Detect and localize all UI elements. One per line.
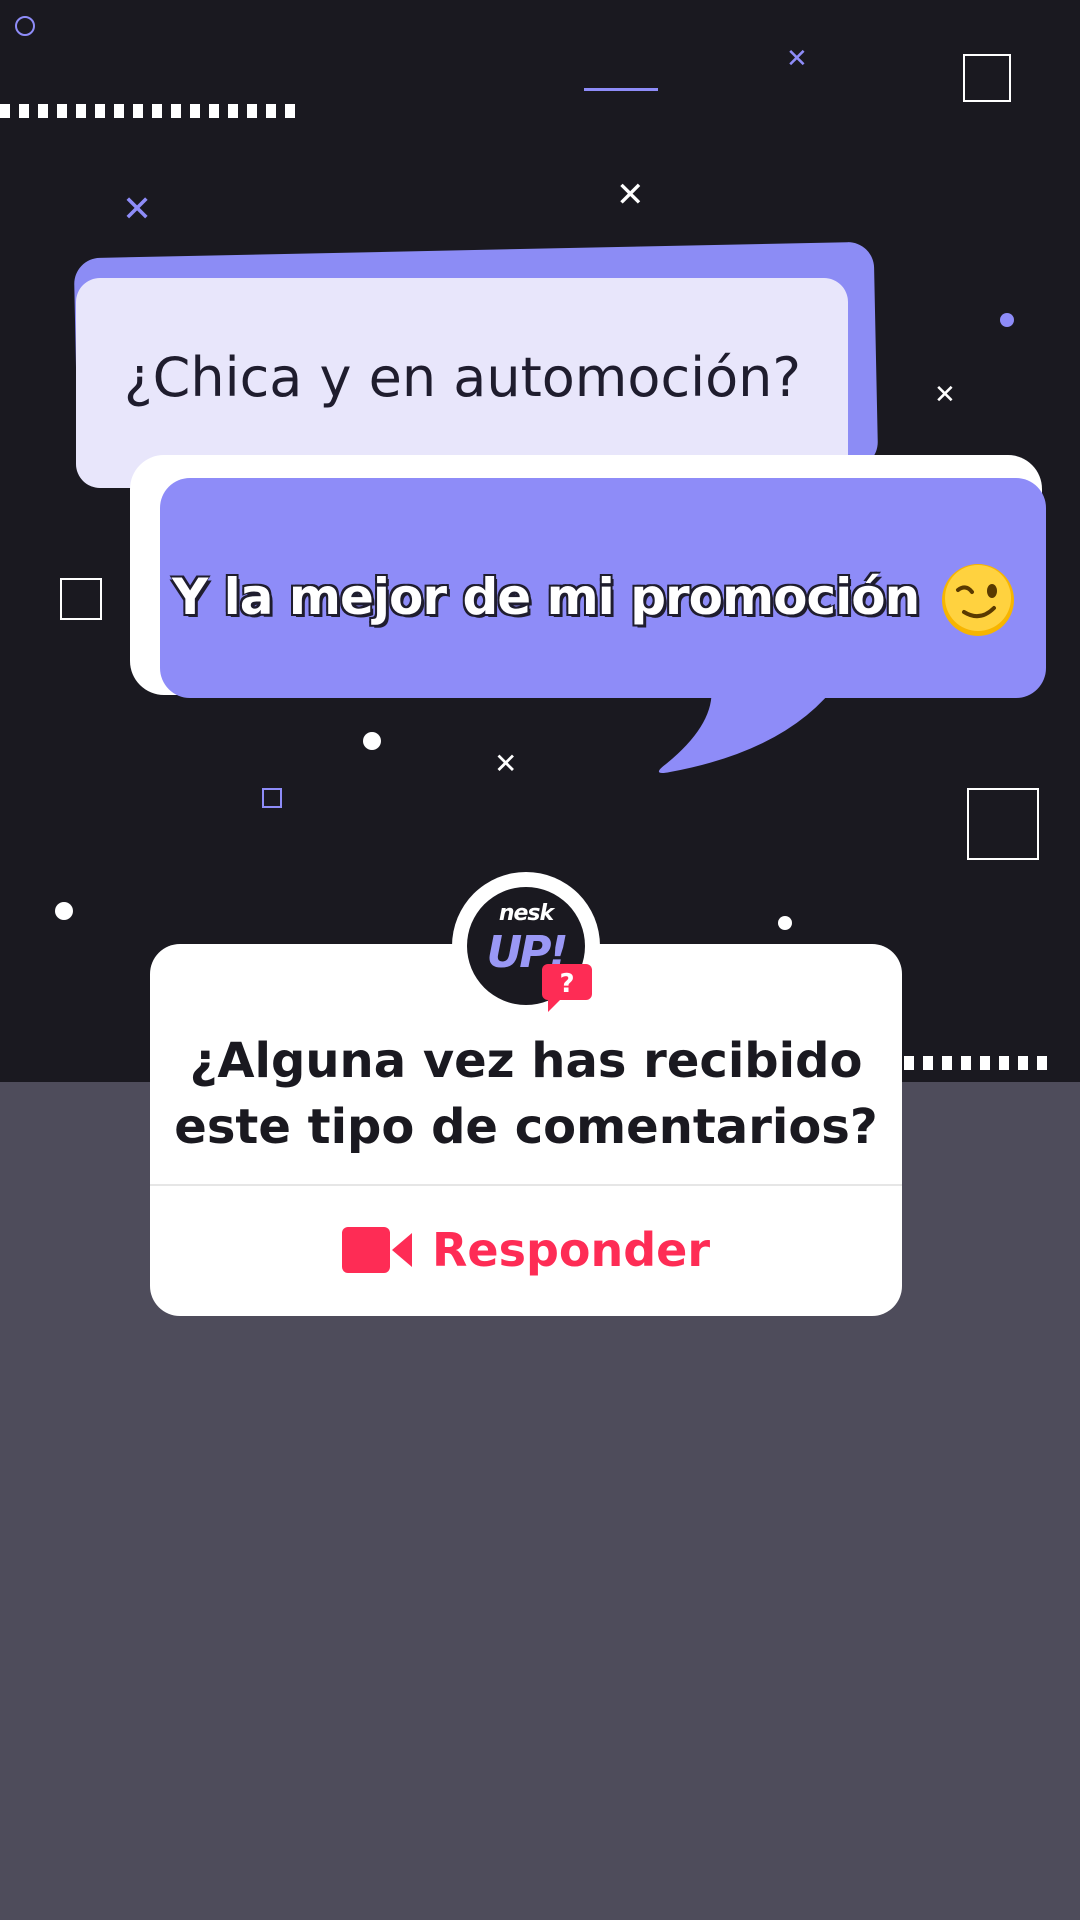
cross-decoration: ✕ bbox=[494, 747, 518, 780]
question-text: ¿Alguna vez has recibido este tipo de co… bbox=[150, 1028, 902, 1160]
cross-decoration: ✕ bbox=[786, 44, 808, 74]
dash-strip-top bbox=[0, 104, 302, 118]
dot-decoration bbox=[1000, 313, 1014, 327]
cross-decoration: ✕ bbox=[616, 175, 645, 215]
video-camera-icon bbox=[341, 1227, 412, 1273]
reply-button[interactable]: Responder bbox=[150, 1190, 902, 1310]
square-decoration bbox=[262, 788, 282, 808]
avatar-logo-top: nesk bbox=[498, 901, 554, 926]
square-decoration bbox=[963, 54, 1011, 102]
dash-strip-right bbox=[904, 1056, 1054, 1070]
card-divider bbox=[150, 1184, 902, 1186]
square-decoration bbox=[60, 578, 102, 620]
question-chat-icon: ? bbox=[542, 964, 592, 1012]
square-decoration bbox=[967, 788, 1039, 860]
dot-decoration bbox=[55, 902, 73, 920]
cross-decoration: ✕ bbox=[934, 380, 956, 410]
dot-decoration bbox=[778, 916, 792, 930]
question-line-1: ¿Alguna vez has recibido bbox=[189, 1033, 863, 1089]
bubble-question-text: ¿Chica y en automoción? bbox=[124, 346, 802, 409]
question-line-2: este tipo de comentarios? bbox=[174, 1099, 878, 1155]
bubble-answer-tail bbox=[658, 680, 840, 773]
dot-decoration bbox=[363, 732, 381, 750]
circle-outline-decoration bbox=[15, 16, 35, 36]
cross-decoration: ✕ bbox=[122, 189, 153, 230]
bubble-answer-text: Y la mejor de mi promoción bbox=[172, 568, 920, 626]
winking-face-icon bbox=[942, 564, 1014, 636]
reply-label: Responder bbox=[431, 1223, 711, 1277]
svg-text:?: ? bbox=[559, 969, 574, 999]
line-decoration bbox=[584, 88, 658, 91]
